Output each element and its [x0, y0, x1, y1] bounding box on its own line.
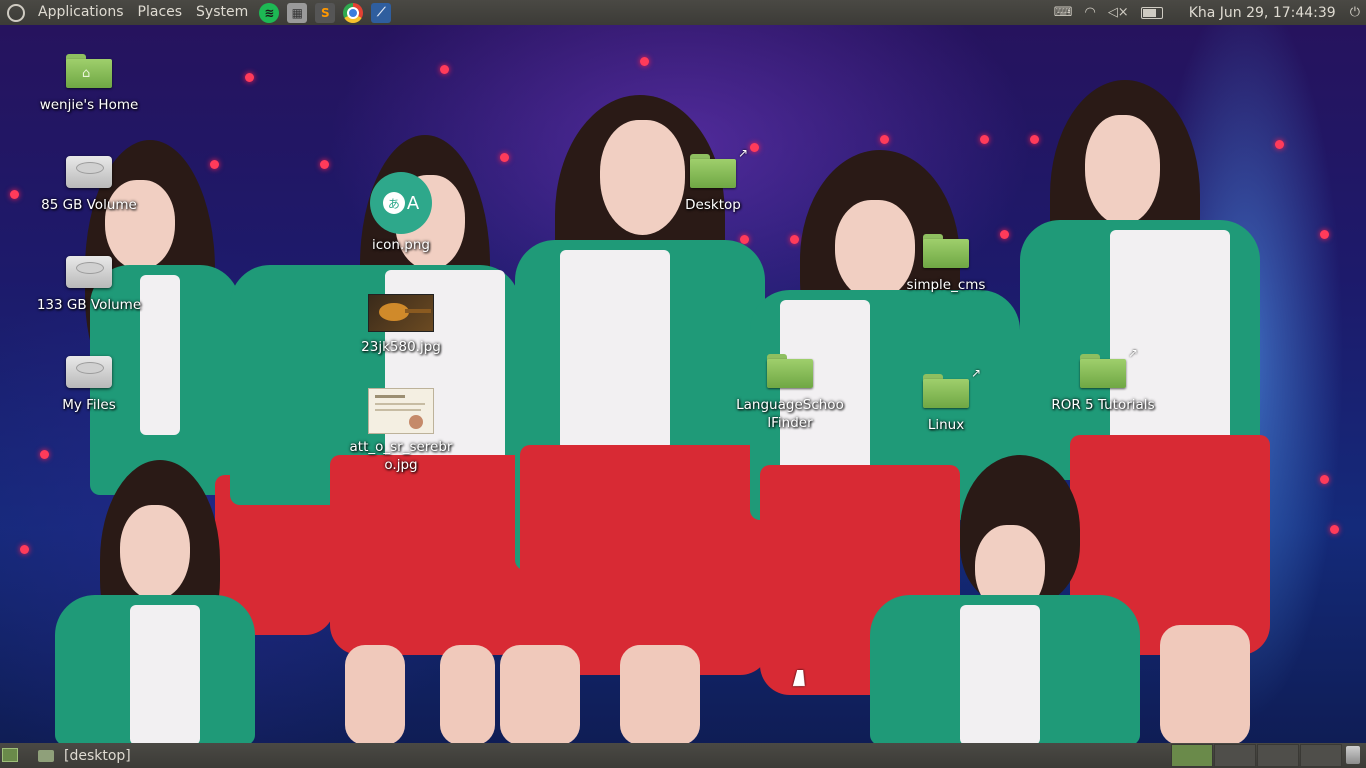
system-menu[interactable]: System [189, 0, 255, 25]
ror5-tutorials-label: ROR 5 Tutorials [1051, 397, 1155, 413]
ubuntu-logo-icon[interactable] [7, 3, 25, 22]
volume-85gb-icon[interactable]: 85 GB Volume [34, 156, 144, 214]
symlink-arrow-icon: ↗ [1127, 346, 1138, 360]
simple-cms-folder[interactable]: simple_cms [891, 234, 1001, 294]
my-files-icon[interactable]: My Files [34, 356, 144, 414]
workspace-1[interactable] [1171, 744, 1213, 767]
workspace-2[interactable] [1214, 744, 1256, 767]
network-tool-icon[interactable]: ⟋ [371, 2, 392, 23]
places-menu[interactable]: Places [131, 0, 190, 25]
certificate-thumbnail-icon [368, 388, 434, 434]
calculator-icon[interactable]: ▦ [287, 2, 308, 23]
guitar-thumbnail-icon [368, 294, 434, 332]
folder-icon [767, 354, 813, 388]
translate-app-icon: あA [370, 172, 432, 234]
desktop-link-label: Desktop [685, 197, 741, 213]
desktop-link-folder[interactable]: ↗ Desktop [658, 146, 768, 214]
taskbar-button-desktop[interactable]: [desktop] [32, 744, 292, 767]
applications-menu[interactable]: Applications [31, 0, 131, 25]
drive-icon [66, 356, 112, 388]
home-folder-glyph-icon: ⌂ [66, 54, 112, 88]
power-icon[interactable]: ⏻ [1350, 5, 1360, 20]
clock[interactable]: Kha Jun 29, 17:44:39 [1189, 5, 1336, 21]
folder-icon: ↗ [690, 146, 748, 188]
image-att-o-sr-serebro-label: att_o_sr_serebro.jpg [349, 439, 453, 473]
image-23jk580-file[interactable]: 23jk580.jpg [346, 294, 456, 356]
workspace-3[interactable] [1257, 744, 1299, 767]
language-school-finder-label: LanguageSchoolFinder [736, 397, 844, 431]
image-23jk580-label: 23jk580.jpg [361, 339, 441, 355]
workspace-4[interactable] [1300, 744, 1342, 767]
folder-icon: ↗ [1080, 346, 1138, 388]
ror5-tutorials-link-folder[interactable]: ↗ ROR 5 Tutorials [1048, 346, 1158, 414]
wifi-icon[interactable]: ◠ [1084, 5, 1095, 20]
keyboard-icon[interactable]: ⌨ [1054, 5, 1073, 20]
icon-png-label: icon.png [372, 237, 430, 253]
symlink-arrow-icon: ↗ [970, 366, 981, 380]
home-folder-icon[interactable]: ⌂ wenjie's Home [34, 54, 144, 114]
volume-85gb-label: 85 GB Volume [41, 197, 137, 213]
system-tray: ⌨ ◠ ◁× Kha Jun 29, 17:44:39 ⏻ [1048, 0, 1366, 25]
sublime-text-icon[interactable]: S [315, 2, 336, 23]
home-folder-label: wenjie's Home [39, 97, 139, 113]
battery-icon[interactable] [1140, 6, 1163, 19]
volume-133gb-icon[interactable]: 133 GB Volume [34, 256, 144, 314]
bottom-panel: [desktop] [0, 743, 1366, 768]
drive-icon [66, 256, 112, 288]
linux-link-folder[interactable]: ↗ Linux [891, 366, 1001, 434]
spotify-icon[interactable]: ≋ [259, 2, 280, 23]
folder-icon [923, 234, 969, 268]
drive-icon [66, 156, 112, 188]
chrome-icon[interactable] [343, 2, 364, 23]
folder-icon [38, 749, 54, 762]
volume-muted-icon[interactable]: ◁× [1108, 5, 1129, 20]
image-att-o-sr-serebro-file[interactable]: att_o_sr_serebro.jpg [346, 388, 456, 474]
my-files-label: My Files [62, 397, 116, 413]
top-panel: Applications Places System ≋ ▦ S ⟋ ⌨ ◠ ◁… [0, 0, 1366, 25]
show-desktop-icon[interactable] [2, 748, 18, 762]
taskbar-label: [desktop] [64, 747, 131, 764]
linux-link-label: Linux [927, 417, 965, 433]
simple-cms-label: simple_cms [906, 277, 986, 293]
desktop-wallpaper [0, 25, 1366, 743]
folder-icon: ↗ [923, 366, 981, 408]
language-school-finder-folder[interactable]: LanguageSchoolFinder [735, 354, 845, 432]
symlink-arrow-icon: ↗ [737, 146, 748, 160]
trash-icon[interactable] [1346, 746, 1360, 764]
icon-png-file[interactable]: あA icon.png [346, 172, 456, 254]
volume-133gb-label: 133 GB Volume [36, 297, 142, 313]
